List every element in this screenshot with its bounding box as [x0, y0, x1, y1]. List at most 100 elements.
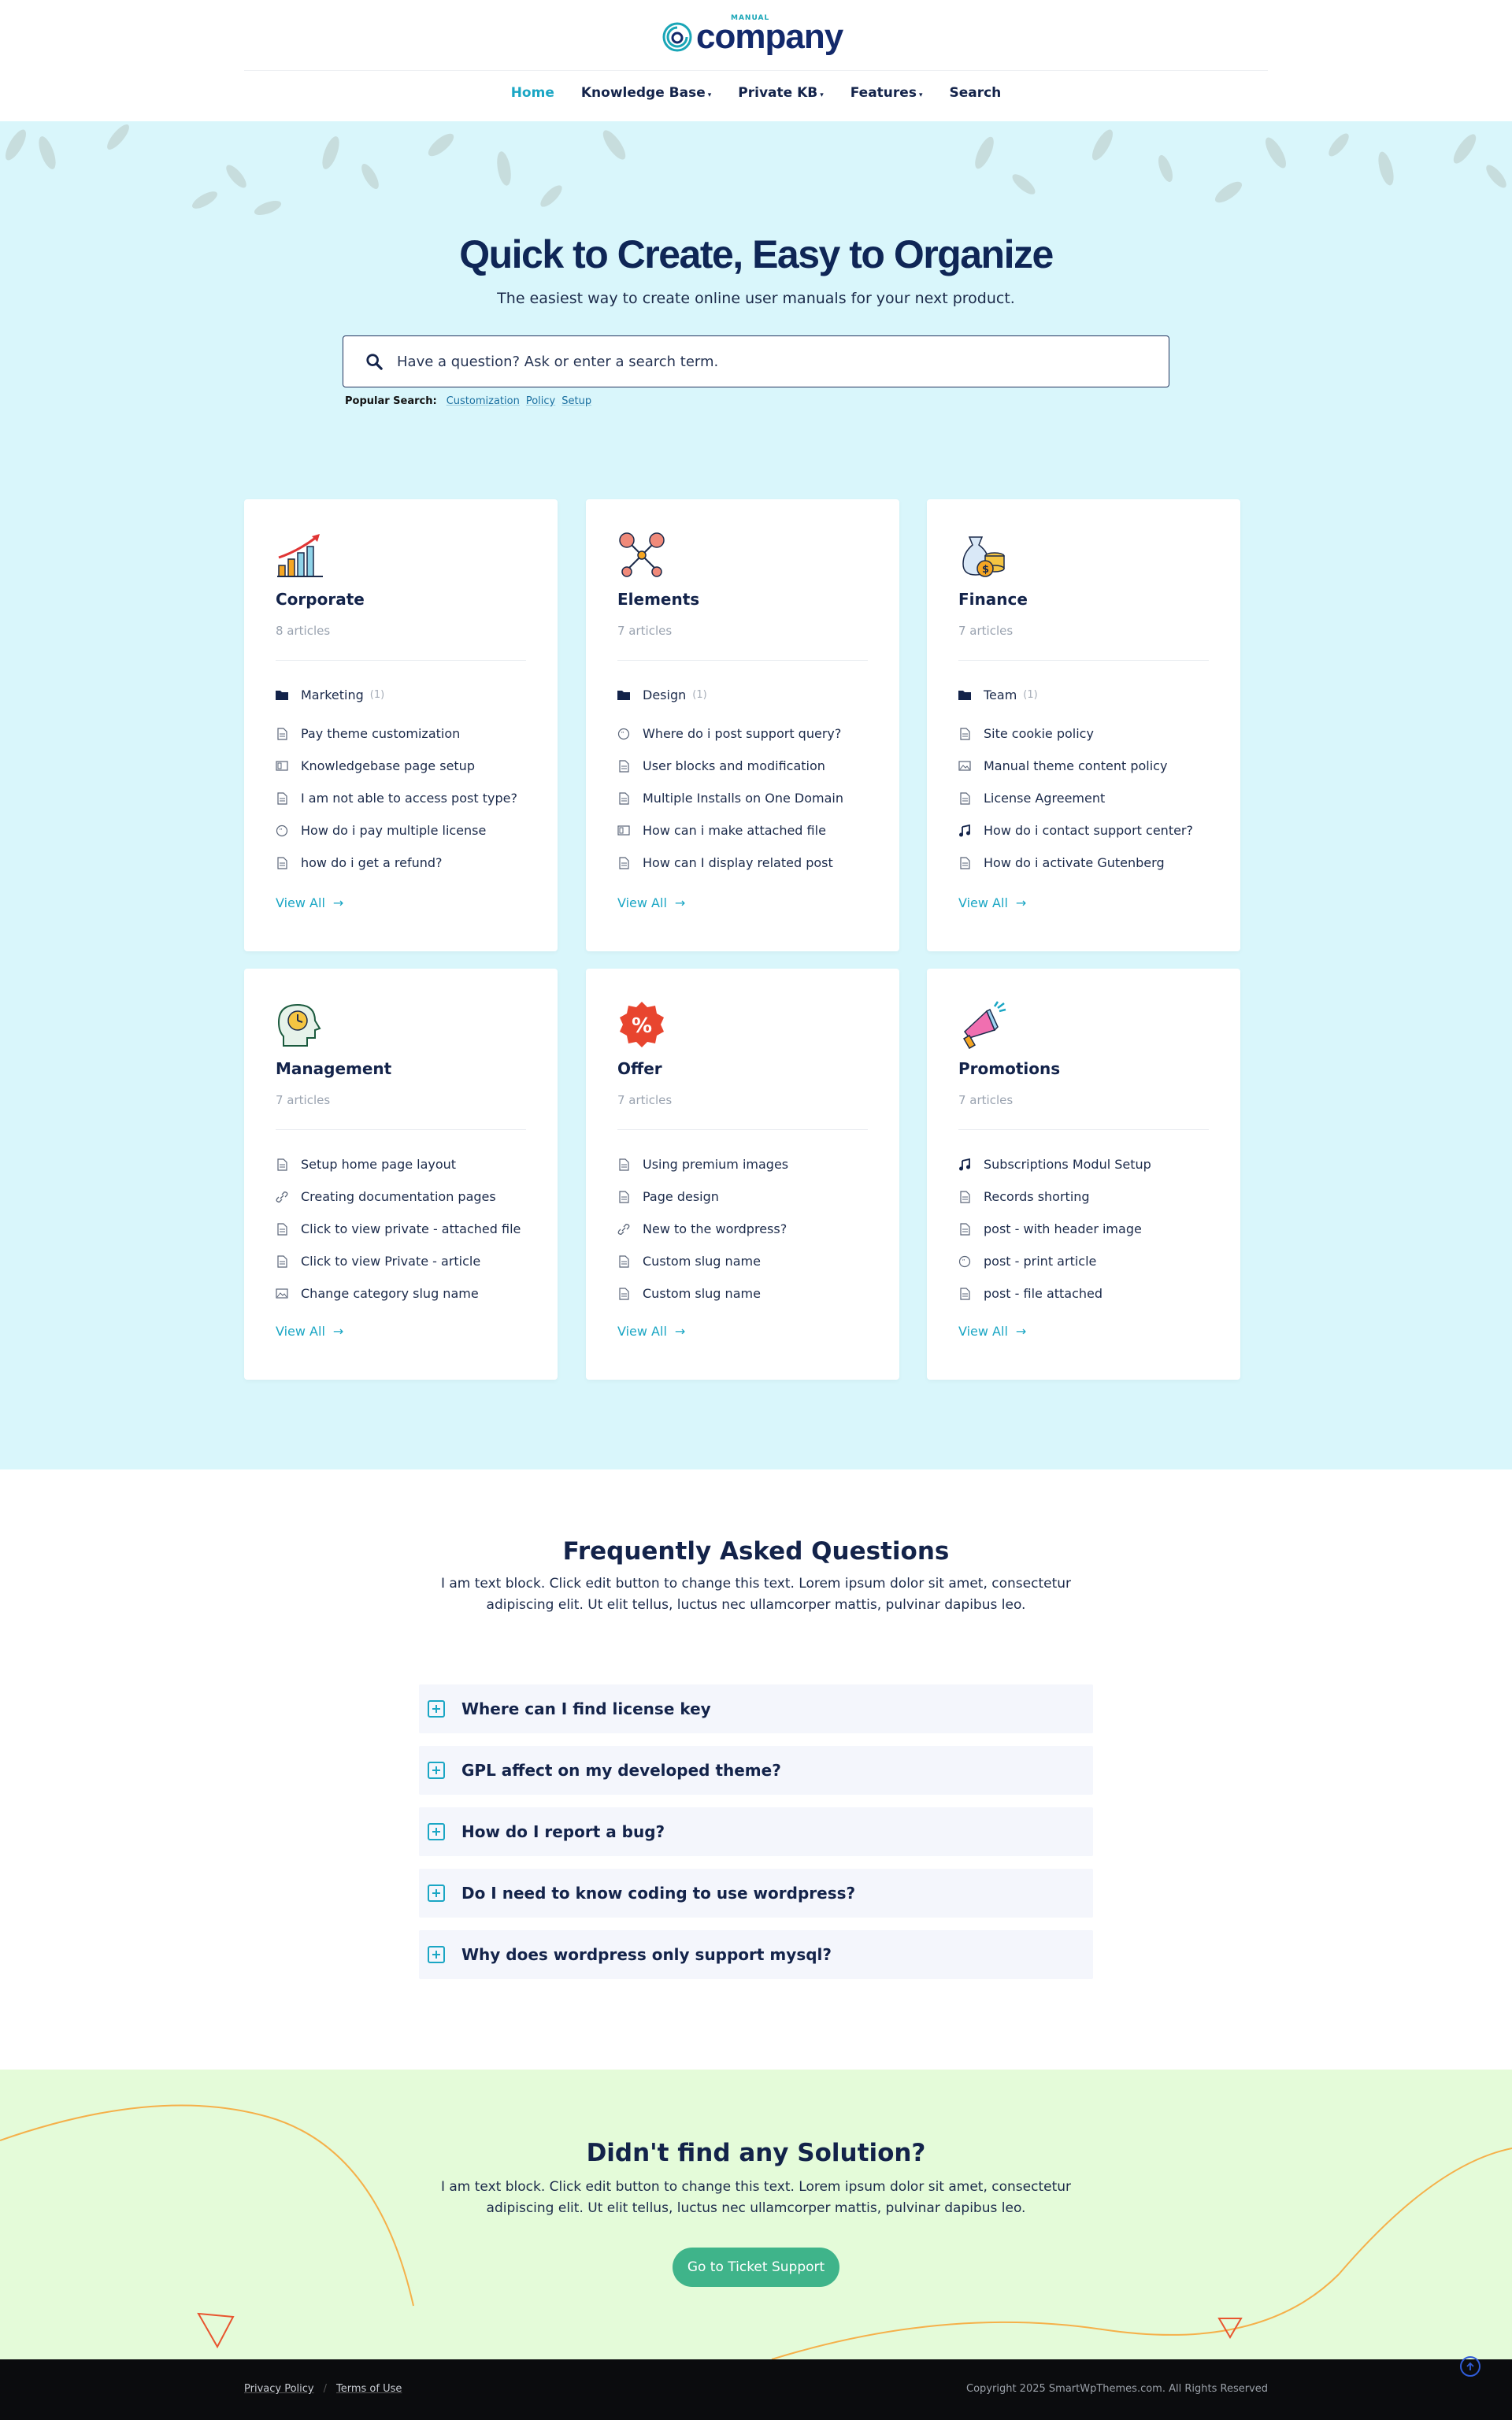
- card-divider: [276, 1129, 526, 1130]
- card-divider: [958, 1129, 1209, 1130]
- list-item[interactable]: Custom slug name: [617, 1245, 788, 1277]
- view-all-link[interactable]: View All →: [617, 1324, 685, 1339]
- ticket-support-button[interactable]: Go to Ticket Support: [673, 2248, 839, 2287]
- nav-home[interactable]: Home: [511, 85, 554, 101]
- list-item[interactable]: Site cookie policy: [958, 717, 1193, 750]
- video-icon: [617, 825, 630, 837]
- list-item[interactable]: Click to view Private - article: [276, 1245, 521, 1277]
- list-item[interactable]: I am not able to access post type?: [276, 782, 517, 814]
- card-divider: [276, 660, 526, 661]
- folder-icon: [276, 689, 288, 702]
- card-title[interactable]: Corporate: [276, 590, 365, 609]
- nav-private-kb[interactable]: Private KB ▾: [738, 85, 823, 101]
- list-item[interactable]: Change category slug name: [276, 1277, 521, 1310]
- folder-item[interactable]: Design (1): [617, 679, 843, 711]
- category-card-elements: Elements 7 articles Design (1) ” Where do …: [586, 499, 899, 951]
- list-item[interactable]: Pay theme customization: [276, 717, 517, 750]
- folder-item[interactable]: Team (1): [958, 679, 1193, 711]
- category-card-offer: % Offer 7 articles Using premium images …: [586, 969, 899, 1380]
- list-item[interactable]: post - with header image: [958, 1213, 1151, 1245]
- list-item[interactable]: Knowledgebase page setup: [276, 750, 517, 782]
- popular-link-setup[interactable]: Setup: [561, 395, 591, 407]
- list-item[interactable]: Subscriptions Modul Setup: [958, 1148, 1151, 1180]
- scroll-to-top-button[interactable]: [1460, 2356, 1480, 2377]
- category-card-corporate: Corporate 8 articles Marketing (1) Pay th…: [244, 499, 558, 951]
- nav-search[interactable]: Search: [949, 85, 1001, 101]
- faq-item[interactable]: Where can I find license key: [419, 1684, 1093, 1733]
- card-article-count: 7 articles: [617, 1093, 673, 1107]
- card-title[interactable]: Elements: [617, 590, 699, 609]
- folder-item[interactable]: Marketing (1): [276, 679, 517, 711]
- card-title[interactable]: Finance: [958, 590, 1028, 609]
- list-item[interactable]: Manual theme content policy: [958, 750, 1193, 782]
- copyright-text: Copyright 2025 SmartWpThemes.com. All Ri…: [966, 2383, 1268, 2395]
- view-all-link[interactable]: View All →: [617, 895, 685, 910]
- logo-title: company: [696, 17, 843, 56]
- nav-features[interactable]: Features ▾: [850, 85, 923, 101]
- list-item[interactable]: How do i activate Gutenberg: [958, 847, 1193, 879]
- list-item[interactable]: Records shorting: [958, 1180, 1151, 1213]
- list-item[interactable]: post - file attached: [958, 1277, 1151, 1310]
- video-icon: [276, 760, 288, 773]
- popular-search-label: Popular Search:: [345, 395, 437, 407]
- list-item[interactable]: How do i contact support center?: [958, 814, 1193, 847]
- document-icon: [958, 1190, 971, 1203]
- list-item[interactable]: License Agreement: [958, 782, 1193, 814]
- document-icon: [617, 791, 630, 805]
- view-all-link[interactable]: View All →: [276, 1324, 343, 1339]
- list-item[interactable]: New to the wordpress?: [617, 1213, 788, 1245]
- faq-item[interactable]: How do I report a bug?: [419, 1807, 1093, 1856]
- document-icon: [617, 1158, 630, 1171]
- faq-item[interactable]: Do I need to know coding to use wordpres…: [419, 1869, 1093, 1918]
- view-all-link[interactable]: View All →: [958, 895, 1026, 910]
- hero-subtitle: The easiest way to create online user ma…: [497, 290, 1015, 307]
- footer-separator: /: [323, 2383, 327, 2395]
- list-item[interactable]: ” post - print article: [958, 1245, 1151, 1277]
- list-item[interactable]: How can i make attached file: [617, 814, 843, 847]
- card-title[interactable]: Offer: [617, 1059, 662, 1078]
- list-item[interactable]: How can I display related post: [617, 847, 843, 879]
- popular-link-policy[interactable]: Policy: [526, 395, 555, 407]
- list-item[interactable]: User blocks and modification: [617, 750, 843, 782]
- card-article-list: Design (1) ” Where do i post support query…: [617, 679, 843, 879]
- document-icon: [958, 727, 971, 740]
- faq-item[interactable]: GPL affect on my developed theme?: [419, 1746, 1093, 1795]
- document-icon: [617, 1287, 630, 1300]
- list-item[interactable]: Page design: [617, 1180, 788, 1213]
- card-article-list: Using premium images Page design New to …: [617, 1148, 788, 1310]
- site-logo[interactable]: MANUAL company: [662, 14, 843, 58]
- document-icon: [276, 727, 288, 740]
- privacy-policy-link[interactable]: Privacy Policy: [244, 2383, 314, 2395]
- svg-text:”: ”: [621, 731, 624, 738]
- arrow-right-icon: →: [1015, 895, 1027, 910]
- popular-search: Popular Search: Customization Policy Set…: [345, 395, 591, 407]
- view-all-link[interactable]: View All →: [276, 895, 343, 910]
- main-nav: Home Knowledge Base ▾ Private KB ▾ Feature…: [0, 85, 1512, 101]
- list-item[interactable]: how do i get a refund?: [276, 847, 517, 879]
- list-item[interactable]: Multiple Installs on One Domain: [617, 782, 843, 814]
- popular-link-customization[interactable]: Customization: [447, 395, 520, 407]
- faq-item[interactable]: Why does wordpress only support mysql?: [419, 1930, 1093, 1979]
- terms-of-use-link[interactable]: Terms of Use: [336, 2383, 402, 2395]
- view-all-link[interactable]: View All →: [958, 1324, 1026, 1339]
- list-item[interactable]: ” How do i pay multiple license: [276, 814, 517, 847]
- search-input[interactable]: [397, 353, 1106, 370]
- category-card-promotions: Promotions 7 articles Subscriptions Modu…: [927, 969, 1240, 1380]
- card-title[interactable]: Promotions: [958, 1059, 1060, 1078]
- list-item[interactable]: Setup home page layout: [276, 1148, 521, 1180]
- list-item[interactable]: Creating documentation pages: [276, 1180, 521, 1213]
- card-title[interactable]: Management: [276, 1059, 391, 1078]
- faq-title: Frequently Asked Questions: [562, 1537, 950, 1566]
- svg-text:%: %: [632, 1014, 652, 1038]
- document-icon: [276, 1254, 288, 1268]
- site-footer: Privacy Policy / Terms of Use Copyright …: [0, 2359, 1512, 2420]
- link-icon: [617, 1223, 630, 1236]
- plus-square-icon: [428, 1762, 445, 1779]
- document-icon: [617, 1190, 630, 1203]
- list-item[interactable]: Click to view private - attached file: [276, 1213, 521, 1245]
- list-item[interactable]: ” Where do i post support query?: [617, 717, 843, 750]
- list-item[interactable]: Using premium images: [617, 1148, 788, 1180]
- nav-knowledge-base[interactable]: Knowledge Base ▾: [581, 85, 711, 101]
- list-item[interactable]: Custom slug name: [617, 1277, 788, 1310]
- logo-swirl-icon: [662, 22, 692, 52]
